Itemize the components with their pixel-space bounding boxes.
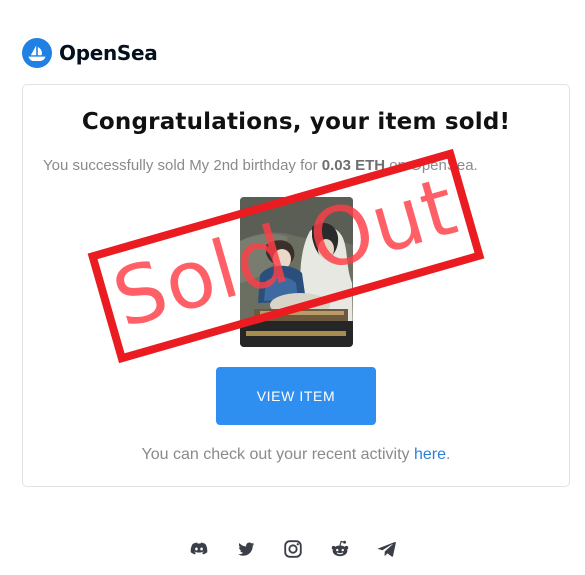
message-suffix: on OpenSea. <box>385 157 478 174</box>
activity-prefix: You can check out your recent activity <box>141 446 414 463</box>
activity-message: You can check out your recent activity h… <box>23 446 569 464</box>
header-logo-link[interactable]: OpenSea <box>22 38 158 68</box>
view-item-button[interactable]: VIEW ITEM <box>216 367 376 425</box>
social-links <box>188 538 398 560</box>
reddit-icon[interactable] <box>329 538 351 560</box>
activity-suffix: . <box>446 446 451 463</box>
activity-link[interactable]: here <box>414 446 446 463</box>
message-prefix: You successfully sold My 2nd birthday fo… <box>43 157 322 174</box>
discord-icon[interactable] <box>188 538 210 560</box>
page-title: Congratulations, your item sold! <box>81 109 511 135</box>
sold-message: You successfully sold My 2nd birthday fo… <box>43 157 553 174</box>
twitter-icon[interactable] <box>235 538 257 560</box>
email-card: Congratulations, your item sold! You suc… <box>22 84 570 487</box>
sale-price: 0.03 ETH <box>321 157 386 174</box>
instagram-icon[interactable] <box>282 538 304 560</box>
telegram-icon[interactable] <box>376 538 398 560</box>
brand-name: OpenSea <box>59 41 158 65</box>
opensea-logo-icon <box>22 38 52 68</box>
nft-image[interactable] <box>240 197 353 347</box>
